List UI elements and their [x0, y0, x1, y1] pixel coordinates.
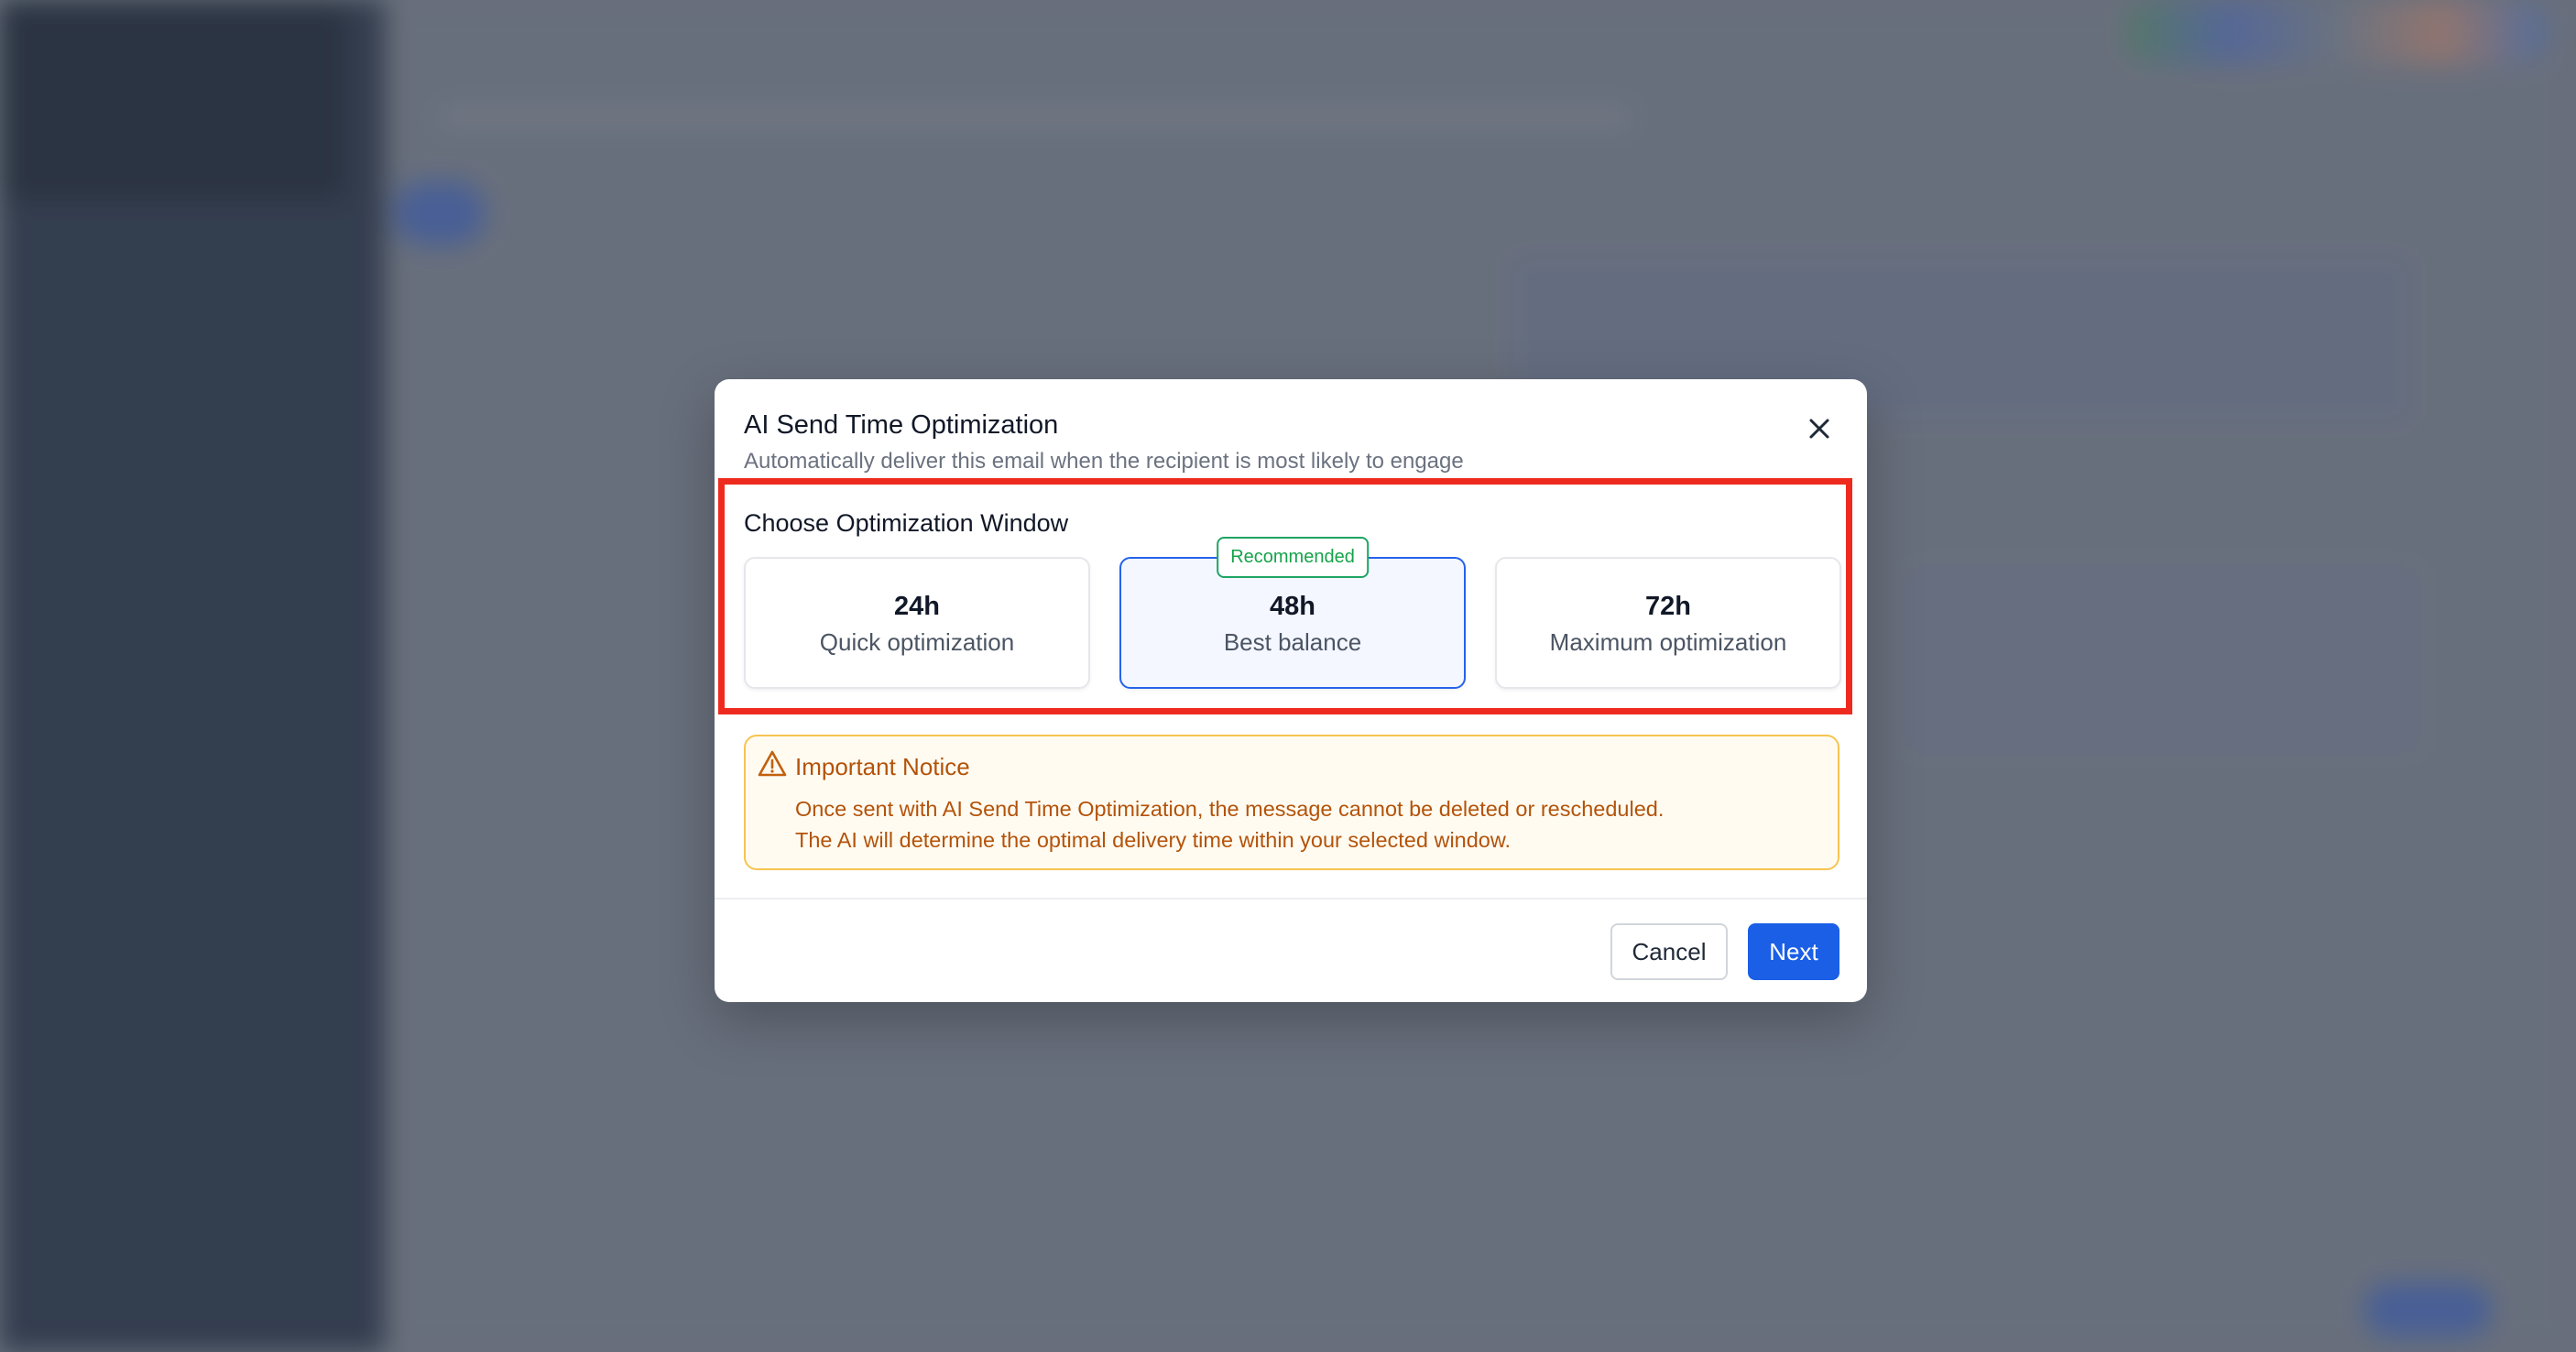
- next-button[interactable]: Next: [1748, 923, 1839, 980]
- option-value: 24h: [894, 592, 940, 621]
- notice-text: The AI will determine the optimal delive…: [795, 828, 1512, 852]
- cancel-button[interactable]: Cancel: [1610, 923, 1728, 980]
- modal-title: AI Send Time Optimization: [744, 410, 1059, 440]
- close-button[interactable]: [1801, 410, 1838, 447]
- important-notice: Important Notice Once sent with AI Send …: [744, 735, 1839, 870]
- close-icon: [1809, 419, 1829, 439]
- option-description: Best balance: [1223, 628, 1362, 656]
- option-description: Maximum optimization: [1549, 628, 1787, 656]
- notice-text: Once sent with AI Send Time Optimization…: [795, 797, 1665, 821]
- recommended-badge: Recommended: [1217, 537, 1369, 578]
- send-time-optimization-modal: AI Send Time Optimization Automatically …: [715, 379, 1867, 1002]
- option-72h[interactable]: 72h Maximum optimization: [1495, 557, 1841, 689]
- option-24h[interactable]: 24h Quick optimization: [744, 557, 1090, 689]
- modal-subtitle: Automatically deliver this email when th…: [744, 449, 1464, 474]
- section-title: Choose Optimization Window: [744, 509, 1069, 537]
- option-48h[interactable]: Recommended 48h Best balance: [1119, 537, 1466, 689]
- warning-icon: [758, 750, 787, 777]
- footer-divider: [715, 898, 1867, 900]
- option-value: 48h: [1270, 592, 1315, 621]
- notice-title: Important Notice: [795, 753, 970, 780]
- option-value: 72h: [1645, 592, 1691, 621]
- option-description: Quick optimization: [819, 628, 1015, 656]
